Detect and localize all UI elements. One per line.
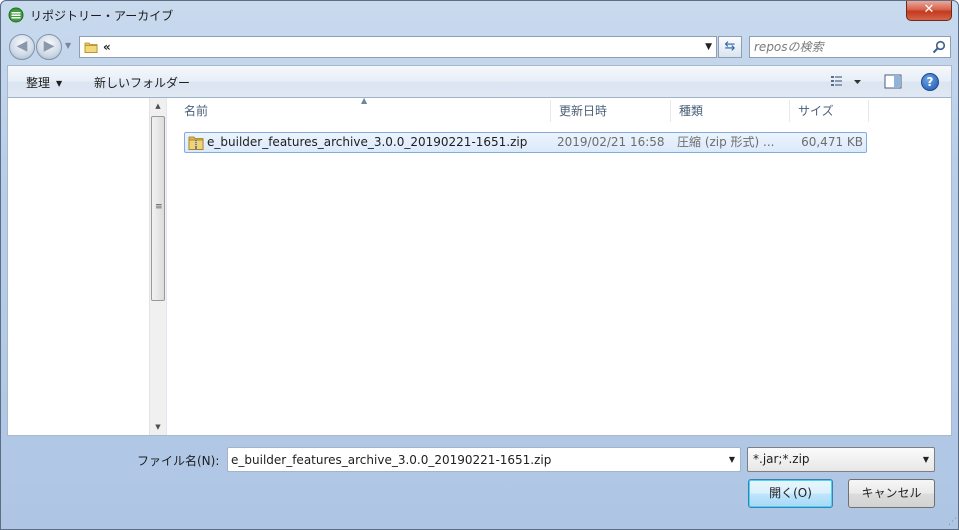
resize-grip-icon[interactable]: ⋰ [948, 517, 957, 527]
refresh-icon: ⇆ [724, 39, 736, 54]
filename-label: ファイル名(N): [137, 454, 220, 468]
search-icon[interactable] [932, 40, 946, 54]
command-toolbar: 整理 ▼ 新しいフォルダー ? [7, 65, 952, 98]
browser-area: ▲ ≡ ▼ ▲ 名前 更新日時 種類 サイズ e_builder_feature… [7, 96, 952, 436]
search-box[interactable] [749, 36, 951, 58]
chevron-down-icon: ▼ [56, 79, 63, 88]
chevron-down-icon: ▼ [922, 455, 929, 464]
file-name: e_builder_features_archive_3.0.0_2019022… [207, 135, 528, 149]
filter-value: *.jar;*.zip [753, 452, 810, 466]
grip-icon: ≡ [155, 202, 163, 212]
organize-label: 整理 [26, 76, 51, 90]
forward-arrow-icon: ▶ [43, 38, 55, 54]
dialog-footer: ファイル名(N): ▼ *.jar;*.zip ▼ 開く(O) キャンセル [7, 436, 952, 521]
file-row[interactable]: e_builder_features_archive_3.0.0_2019022… [184, 132, 867, 153]
scroll-up-icon[interactable]: ▲ [150, 98, 166, 114]
back-button[interactable]: ◀ [9, 34, 35, 60]
search-input[interactable] [754, 39, 924, 55]
new-folder-button[interactable]: 新しいフォルダー [94, 74, 190, 91]
chevron-down-icon[interactable]: ▼ [729, 455, 735, 464]
forward-button[interactable]: ▶ [36, 34, 62, 60]
organize-button[interactable]: 整理 ▼ [26, 74, 62, 91]
navigation-pane[interactable] [8, 98, 149, 435]
navigation-bar: ◀ ▶ ▼ « ▼ ⇆ [7, 32, 952, 62]
file-modified: 2019/02/21 16:58 [557, 135, 665, 149]
help-button[interactable]: ? [921, 73, 939, 91]
scroll-thumb[interactable]: ≡ [151, 116, 165, 301]
cancel-button[interactable]: キャンセル [848, 479, 935, 508]
file-list: ▲ 名前 更新日時 種類 サイズ e_builder_features_arch… [168, 96, 952, 435]
title-bar[interactable]: リポジトリー・アーカイブ ✕ [1, 1, 958, 29]
column-header-type[interactable]: 種類 [671, 98, 789, 124]
back-arrow-icon: ◀ [16, 38, 28, 54]
file-type: 圧縮 (zip 形式) ... [677, 135, 775, 149]
history-dropdown-icon[interactable]: ▼ [65, 41, 71, 50]
file-type-filter[interactable]: *.jar;*.zip ▼ [747, 447, 935, 472]
refresh-button[interactable]: ⇆ [718, 36, 742, 58]
scroll-down-icon[interactable]: ▼ [150, 419, 166, 435]
file-size: 60,471 KB [801, 135, 863, 149]
folder-icon [84, 42, 98, 53]
column-header-name[interactable]: 名前 [176, 98, 550, 124]
help-icon: ? [926, 75, 934, 89]
pane-splitter[interactable] [166, 98, 167, 435]
eclipse-icon [8, 7, 24, 23]
preview-pane-icon[interactable] [884, 74, 902, 90]
zip-folder-icon [188, 136, 204, 150]
views-icon[interactable] [829, 74, 867, 90]
address-breadcrumb[interactable]: « [103, 40, 111, 54]
address-dropdown-icon[interactable]: ▼ [705, 42, 712, 52]
column-divider[interactable] [868, 100, 869, 122]
close-button[interactable]: ✕ [906, 1, 952, 21]
close-icon: ✕ [923, 2, 935, 17]
open-button[interactable]: 開く(O) [748, 479, 833, 508]
filename-combobox[interactable]: ▼ [227, 447, 741, 472]
column-header-modified[interactable]: 更新日時 [551, 98, 670, 124]
column-header-size[interactable]: サイズ [790, 98, 868, 124]
navigation-scrollbar[interactable]: ▲ ≡ ▼ [149, 98, 166, 435]
window-title: リポジトリー・アーカイブ [30, 9, 174, 23]
address-bar[interactable]: « ▼ [79, 36, 717, 58]
filename-input[interactable] [231, 451, 711, 468]
file-open-dialog: リポジトリー・アーカイブ ✕ ◀ ▶ ▼ « ▼ ⇆ reposの検索 整理 ▼… [0, 0, 959, 530]
column-header-row: ▲ 名前 更新日時 種類 サイズ [168, 96, 952, 124]
